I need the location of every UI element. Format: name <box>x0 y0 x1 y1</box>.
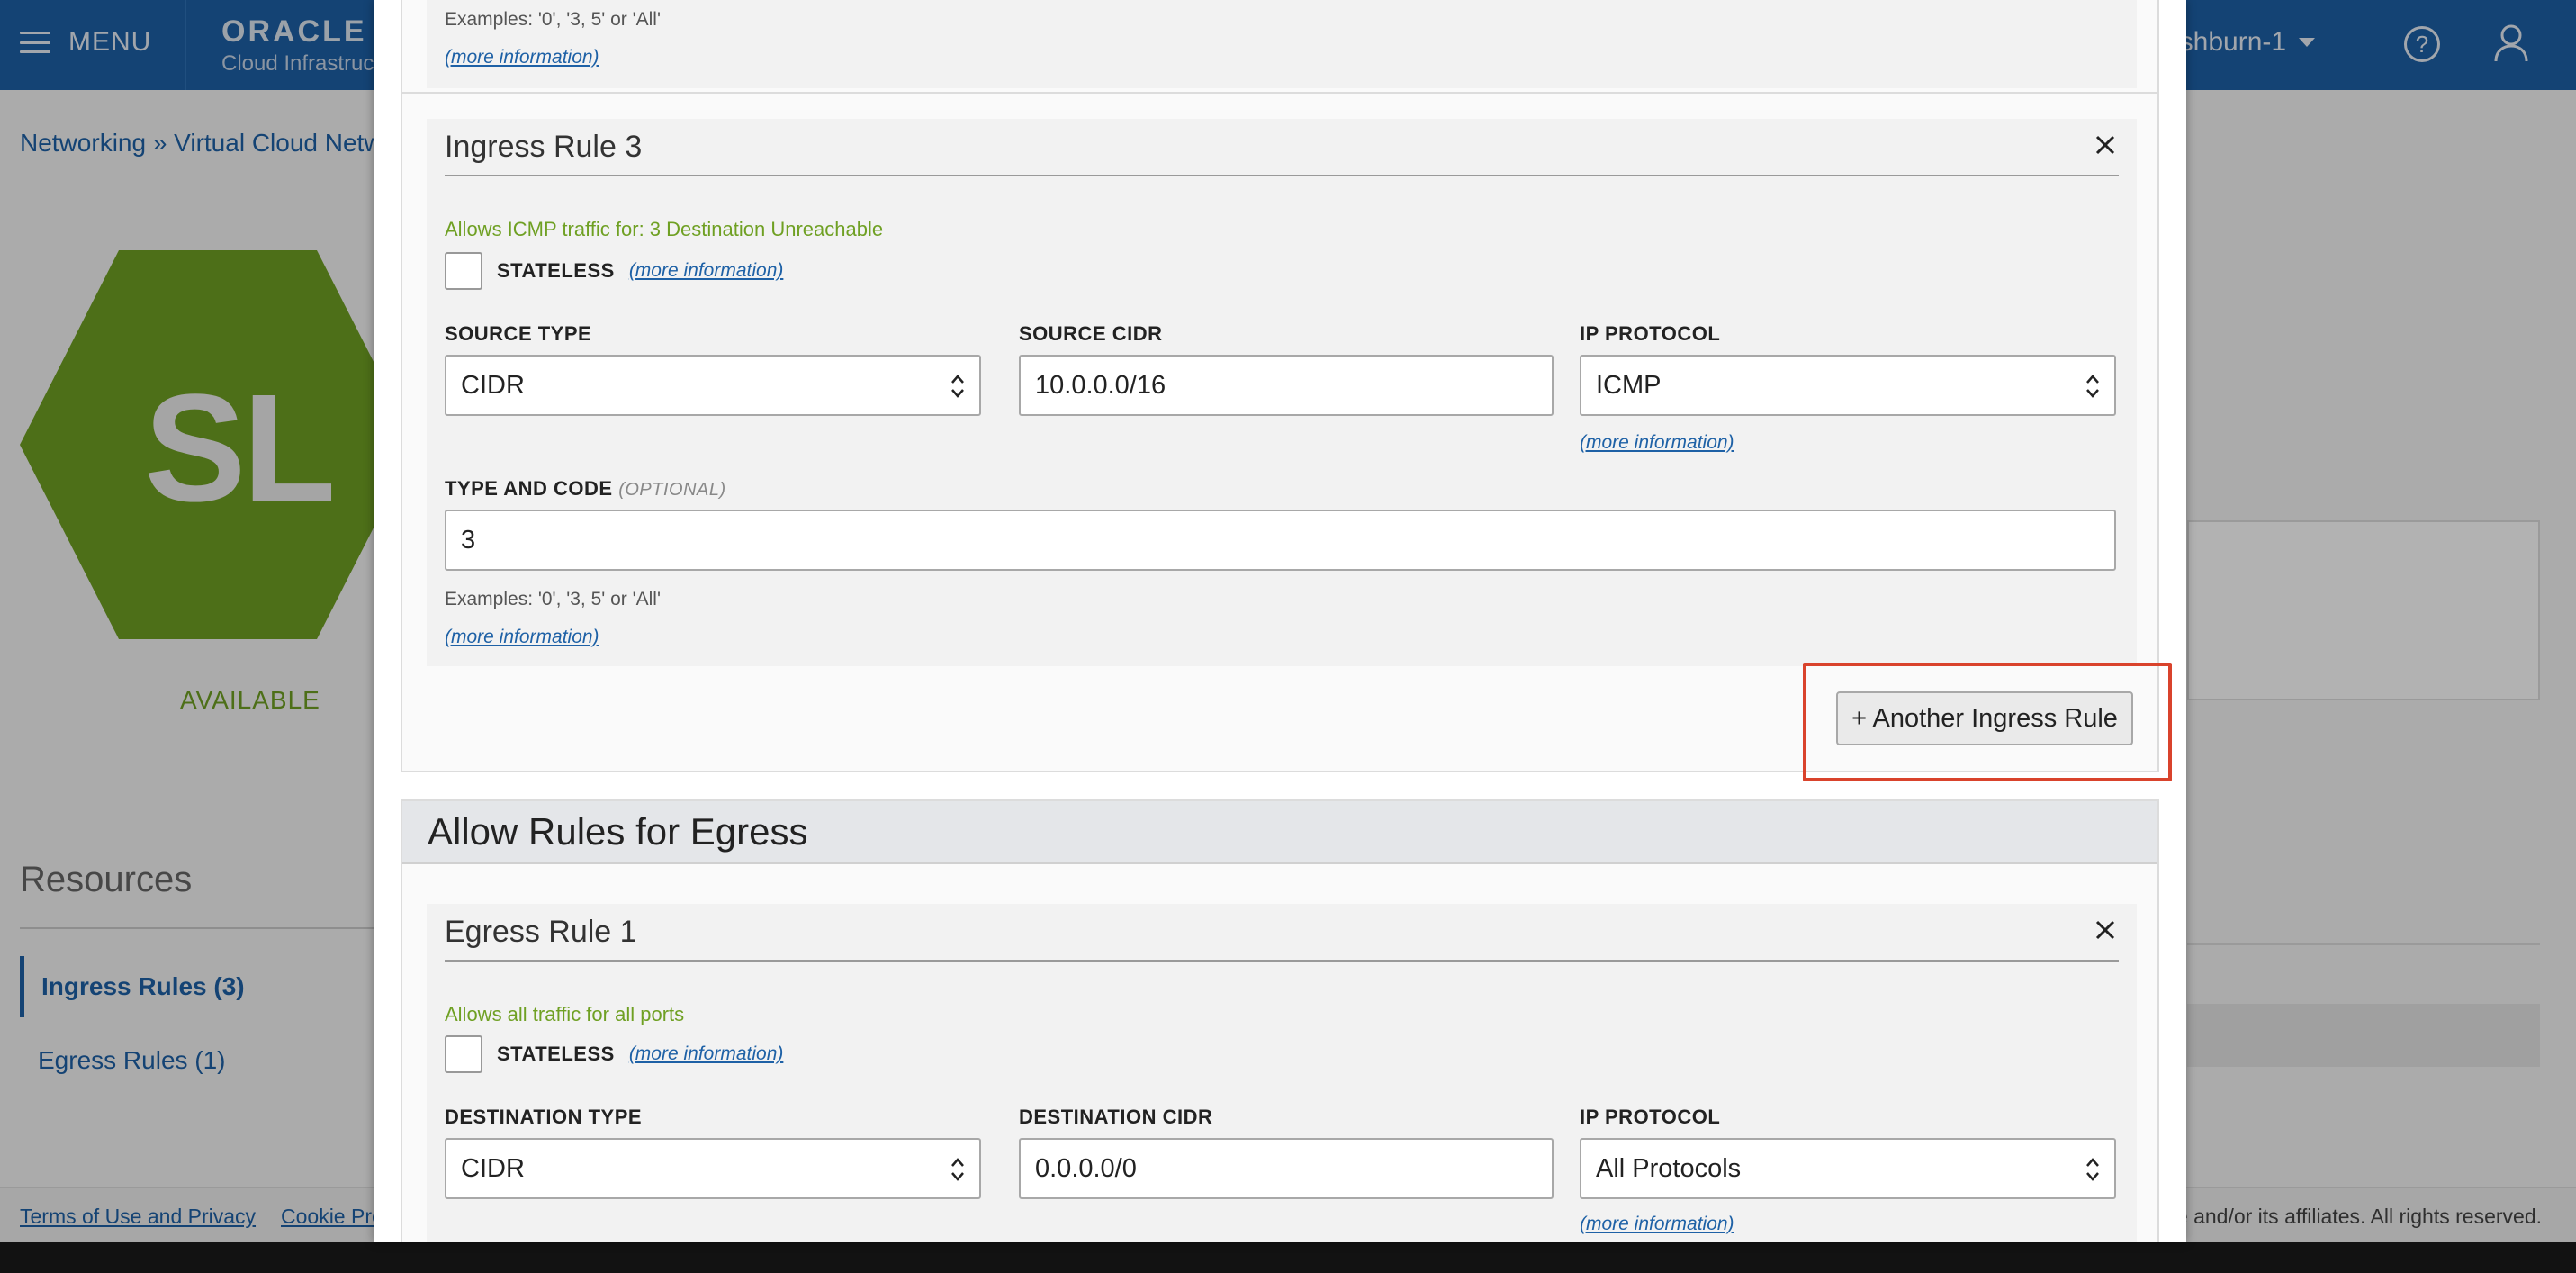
destination-type-label: DESTINATION TYPE <box>445 1106 643 1128</box>
ingress-rules-section: Ingress Rule 3 Allows ICMP traffic for: … <box>401 94 2159 772</box>
more-information-link[interactable]: (more information) <box>445 47 599 68</box>
type-and-code-text: TYPE AND CODE <box>445 477 613 500</box>
rule-header: Egress Rule 1 <box>445 904 2119 962</box>
type-and-code-input[interactable]: 3 <box>445 510 2116 571</box>
ingress-rule-2-fragment: Examples: '0', '3, 5' or 'All' (more inf… <box>401 0 2159 94</box>
stateless-option: STATELESS (more information) <box>445 1035 783 1073</box>
select-arrows-icon <box>951 375 964 398</box>
destination-cidr-input[interactable]: 0.0.0.0/0 <box>1019 1138 1554 1199</box>
ip-protocol-label: IP PROTOCOL <box>1580 322 1721 345</box>
source-type-label: SOURCE TYPE <box>445 322 592 345</box>
destination-type-value: CIDR <box>461 1154 525 1183</box>
source-cidr-input[interactable]: 10.0.0.0/16 <box>1019 355 1554 416</box>
rule-title: Egress Rule 1 <box>445 915 637 949</box>
ip-protocol-value: ICMP <box>1596 371 1662 400</box>
type-and-code-label: TYPE AND CODE (OPTIONAL) <box>445 477 726 501</box>
more-information-link[interactable]: (more information) <box>445 627 599 648</box>
more-information-link[interactable]: (more information) <box>1580 1214 1734 1235</box>
egress-rule-1-card: Egress Rule 1 Allows all traffic for all… <box>427 904 2137 1242</box>
ingress-rule-3-card: Ingress Rule 3 Allows ICMP traffic for: … <box>427 119 2137 666</box>
security-list-dialog: Examples: '0', '3, 5' or 'All' (more inf… <box>374 0 2186 1242</box>
stateless-option: STATELESS (more information) <box>445 252 783 290</box>
source-type-value: CIDR <box>461 371 525 400</box>
section-title: Allow Rules for Egress <box>428 810 808 853</box>
more-information-link[interactable]: (more information) <box>1580 432 1734 454</box>
source-cidr-label: SOURCE CIDR <box>1019 322 1163 345</box>
ip-protocol-select[interactable]: ICMP <box>1580 355 2116 416</box>
rule-card: Examples: '0', '3, 5' or 'All' (more inf… <box>427 0 2137 88</box>
close-icon[interactable] <box>2092 916 2119 943</box>
rule-description: Allows ICMP traffic for: 3 Destination U… <box>445 218 884 240</box>
rule-title: Ingress Rule 3 <box>445 130 643 164</box>
ip-protocol-label: IP PROTOCOL <box>1580 1106 1721 1128</box>
select-arrows-icon <box>951 1158 964 1181</box>
rule-description: Allows all traffic for all ports <box>445 1003 685 1025</box>
optional-tag: (OPTIONAL) <box>618 480 726 500</box>
examples-hint: Examples: '0', '3, 5' or 'All' <box>445 589 661 609</box>
destination-type-select[interactable]: CIDR <box>445 1138 981 1199</box>
ip-protocol-value: All Protocols <box>1596 1154 1742 1183</box>
stateless-checkbox[interactable] <box>445 1035 482 1073</box>
more-information-link[interactable]: (more information) <box>629 1043 784 1065</box>
source-type-select[interactable]: CIDR <box>445 355 981 416</box>
more-information-link[interactable]: (more information) <box>629 260 784 282</box>
add-another-ingress-rule-button[interactable]: + Another Ingress Rule <box>1836 691 2133 745</box>
rule-header: Ingress Rule 3 <box>445 119 2119 176</box>
ip-protocol-select[interactable]: All Protocols <box>1580 1138 2116 1199</box>
close-icon[interactable] <box>2092 131 2119 158</box>
select-arrows-icon <box>2086 375 2099 398</box>
examples-hint: Examples: '0', '3, 5' or 'All' <box>445 9 661 30</box>
stateless-label: STATELESS <box>497 1043 615 1065</box>
destination-cidr-label: DESTINATION CIDR <box>1019 1106 1213 1128</box>
select-arrows-icon <box>2086 1158 2099 1181</box>
stateless-label: STATELESS <box>497 259 615 282</box>
egress-rules-section: Allow Rules for Egress Egress Rule 1 All… <box>401 799 2159 1242</box>
section-header: Allow Rules for Egress <box>402 801 2157 864</box>
stateless-checkbox[interactable] <box>445 252 482 290</box>
